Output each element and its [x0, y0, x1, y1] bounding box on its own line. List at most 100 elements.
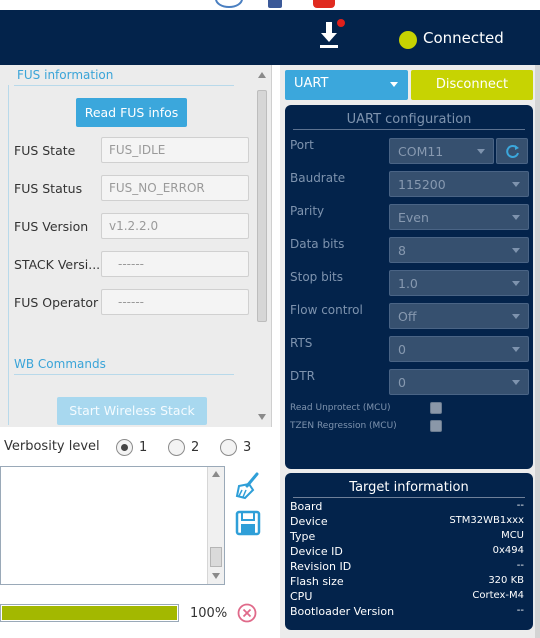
baudrate-select[interactable]: 115200: [389, 171, 529, 197]
fus-state-label: FUS State: [14, 143, 76, 158]
target-information-title: Target information: [349, 480, 469, 495]
target-key: Revision ID: [290, 560, 352, 573]
target-value: 0x494: [492, 545, 524, 556]
connection-status-dot: [399, 31, 417, 49]
dtr-label: DTR: [290, 369, 315, 383]
youtube-icon: [313, 0, 335, 8]
chevron-down-icon: [512, 281, 520, 286]
fus-version-field: v1.2.2.0: [101, 213, 249, 239]
stop-bits-select[interactable]: 1.0: [389, 270, 529, 296]
verbosity-radio-1[interactable]: [116, 439, 133, 456]
scroll-down-icon[interactable]: [258, 414, 266, 420]
stack-version-label: STACK Versi...: [14, 257, 101, 272]
verbosity-option-3-label: 3: [243, 440, 252, 455]
scrollbar-thumb[interactable]: [257, 90, 267, 322]
cancel-icon[interactable]: [237, 603, 257, 623]
scroll-up-icon[interactable]: [258, 72, 266, 78]
target-key: Device ID: [290, 545, 343, 558]
log-scrollbar-thumb[interactable]: [210, 547, 222, 567]
target-row-device: Device STM32WB1xxx: [290, 515, 524, 530]
target-key: Flash size: [290, 575, 344, 588]
log-scroll-up-icon[interactable]: [212, 471, 220, 477]
target-row-device-id: Device ID 0x494: [290, 545, 524, 560]
tzen-regression-label: TZEN Regression (MCU): [290, 421, 397, 431]
rts-select[interactable]: 0: [389, 336, 529, 362]
target-key: CPU: [290, 590, 313, 603]
log-output-area[interactable]: [0, 466, 225, 585]
chevron-down-icon: [512, 314, 520, 319]
port-label: Port: [290, 138, 314, 152]
target-value: MCU: [501, 530, 524, 541]
fus-section-title: FUS information: [17, 68, 114, 82]
flow-control-select-value: Off: [398, 309, 417, 324]
target-row-cpu: CPU Cortex-M4: [290, 590, 524, 605]
refresh-ports-button[interactable]: [496, 138, 528, 164]
fus-state-field: FUS_IDLE: [101, 137, 249, 163]
download-icon[interactable]: [318, 18, 346, 54]
target-value: 320 KB: [488, 575, 524, 586]
interface-select-value: UART: [294, 76, 329, 91]
flow-control-label: Flow control: [290, 303, 363, 317]
fus-panel-scrollbar[interactable]: [255, 68, 269, 426]
target-key: Board: [290, 500, 323, 513]
target-value: --: [516, 500, 524, 511]
chevron-down-icon: [390, 82, 398, 87]
target-row-board: Board --: [290, 500, 524, 515]
uart-title-divider: [293, 129, 525, 130]
target-row-revision-id: Revision ID --: [290, 560, 524, 575]
tzen-regression-checkbox[interactable]: [430, 420, 442, 432]
start-wireless-stack-button[interactable]: Start Wireless Stack: [57, 397, 207, 425]
fus-status-field: FUS_NO_ERROR: [101, 175, 249, 201]
baudrate-label: Baudrate: [290, 171, 346, 185]
data-bits-select[interactable]: 8: [389, 237, 529, 263]
dtr-select[interactable]: 0: [389, 369, 529, 395]
verbosity-label: Verbosity level: [4, 439, 100, 454]
target-row-flash-size: Flash size 320 KB: [290, 575, 524, 590]
verbosity-radio-2[interactable]: [168, 439, 185, 456]
data-bits-label: Data bits: [290, 237, 345, 251]
uart-configuration-title: UART configuration: [346, 112, 472, 127]
rts-select-value: 0: [398, 342, 406, 357]
target-key: Device: [290, 515, 328, 528]
save-log-icon[interactable]: [235, 510, 261, 536]
verbosity-option-2-label: 2: [191, 440, 200, 455]
connection-status-label: Connected: [423, 29, 504, 47]
fus-operator-field: ------: [101, 289, 249, 315]
log-scrollbar[interactable]: [207, 467, 224, 584]
clear-log-broom-icon[interactable]: [235, 472, 261, 500]
panel-left-rule: [8, 85, 9, 425]
interface-select[interactable]: UART: [285, 70, 408, 100]
dtr-select-value: 0: [398, 375, 406, 390]
globe-logo-icon: [215, 0, 243, 8]
progress-percent: 100%: [190, 606, 228, 621]
target-row-type: Type MCU: [290, 530, 524, 545]
verbosity-radio-3[interactable]: [220, 439, 237, 456]
log-scroll-down-icon[interactable]: [212, 573, 220, 579]
parity-label: Parity: [290, 204, 325, 218]
chevron-down-icon: [512, 182, 520, 187]
verbosity-option-1-label: 1: [139, 440, 148, 455]
target-value: STM32WB1xxx: [449, 515, 524, 526]
read-unprotect-checkbox[interactable]: [430, 402, 442, 414]
wb-section-divider: [14, 374, 234, 375]
flow-control-select[interactable]: Off: [389, 303, 529, 329]
disconnect-button[interactable]: Disconnect: [411, 70, 533, 100]
target-title-divider: [293, 497, 525, 498]
fus-status-label: FUS Status: [14, 181, 83, 196]
parity-select[interactable]: Even: [389, 204, 529, 230]
target-value: Cortex-M4: [472, 590, 524, 601]
target-value: --: [516, 560, 524, 571]
port-select[interactable]: COM11: [389, 138, 494, 164]
facebook-icon: [268, 0, 282, 8]
progress-bar: [0, 604, 179, 622]
stop-bits-label: Stop bits: [290, 270, 344, 284]
read-fus-infos-button[interactable]: Read FUS infos: [76, 98, 187, 127]
target-value: --: [516, 605, 524, 616]
data-bits-select-value: 8: [398, 243, 406, 258]
baudrate-select-value: 115200: [398, 177, 446, 192]
stack-version-field: ------: [101, 251, 249, 277]
target-row-bootloader-version: Bootloader Version --: [290, 605, 524, 620]
chevron-down-icon: [512, 380, 520, 385]
fus-operator-label: FUS Operator: [14, 295, 99, 310]
rts-label: RTS: [290, 336, 313, 350]
